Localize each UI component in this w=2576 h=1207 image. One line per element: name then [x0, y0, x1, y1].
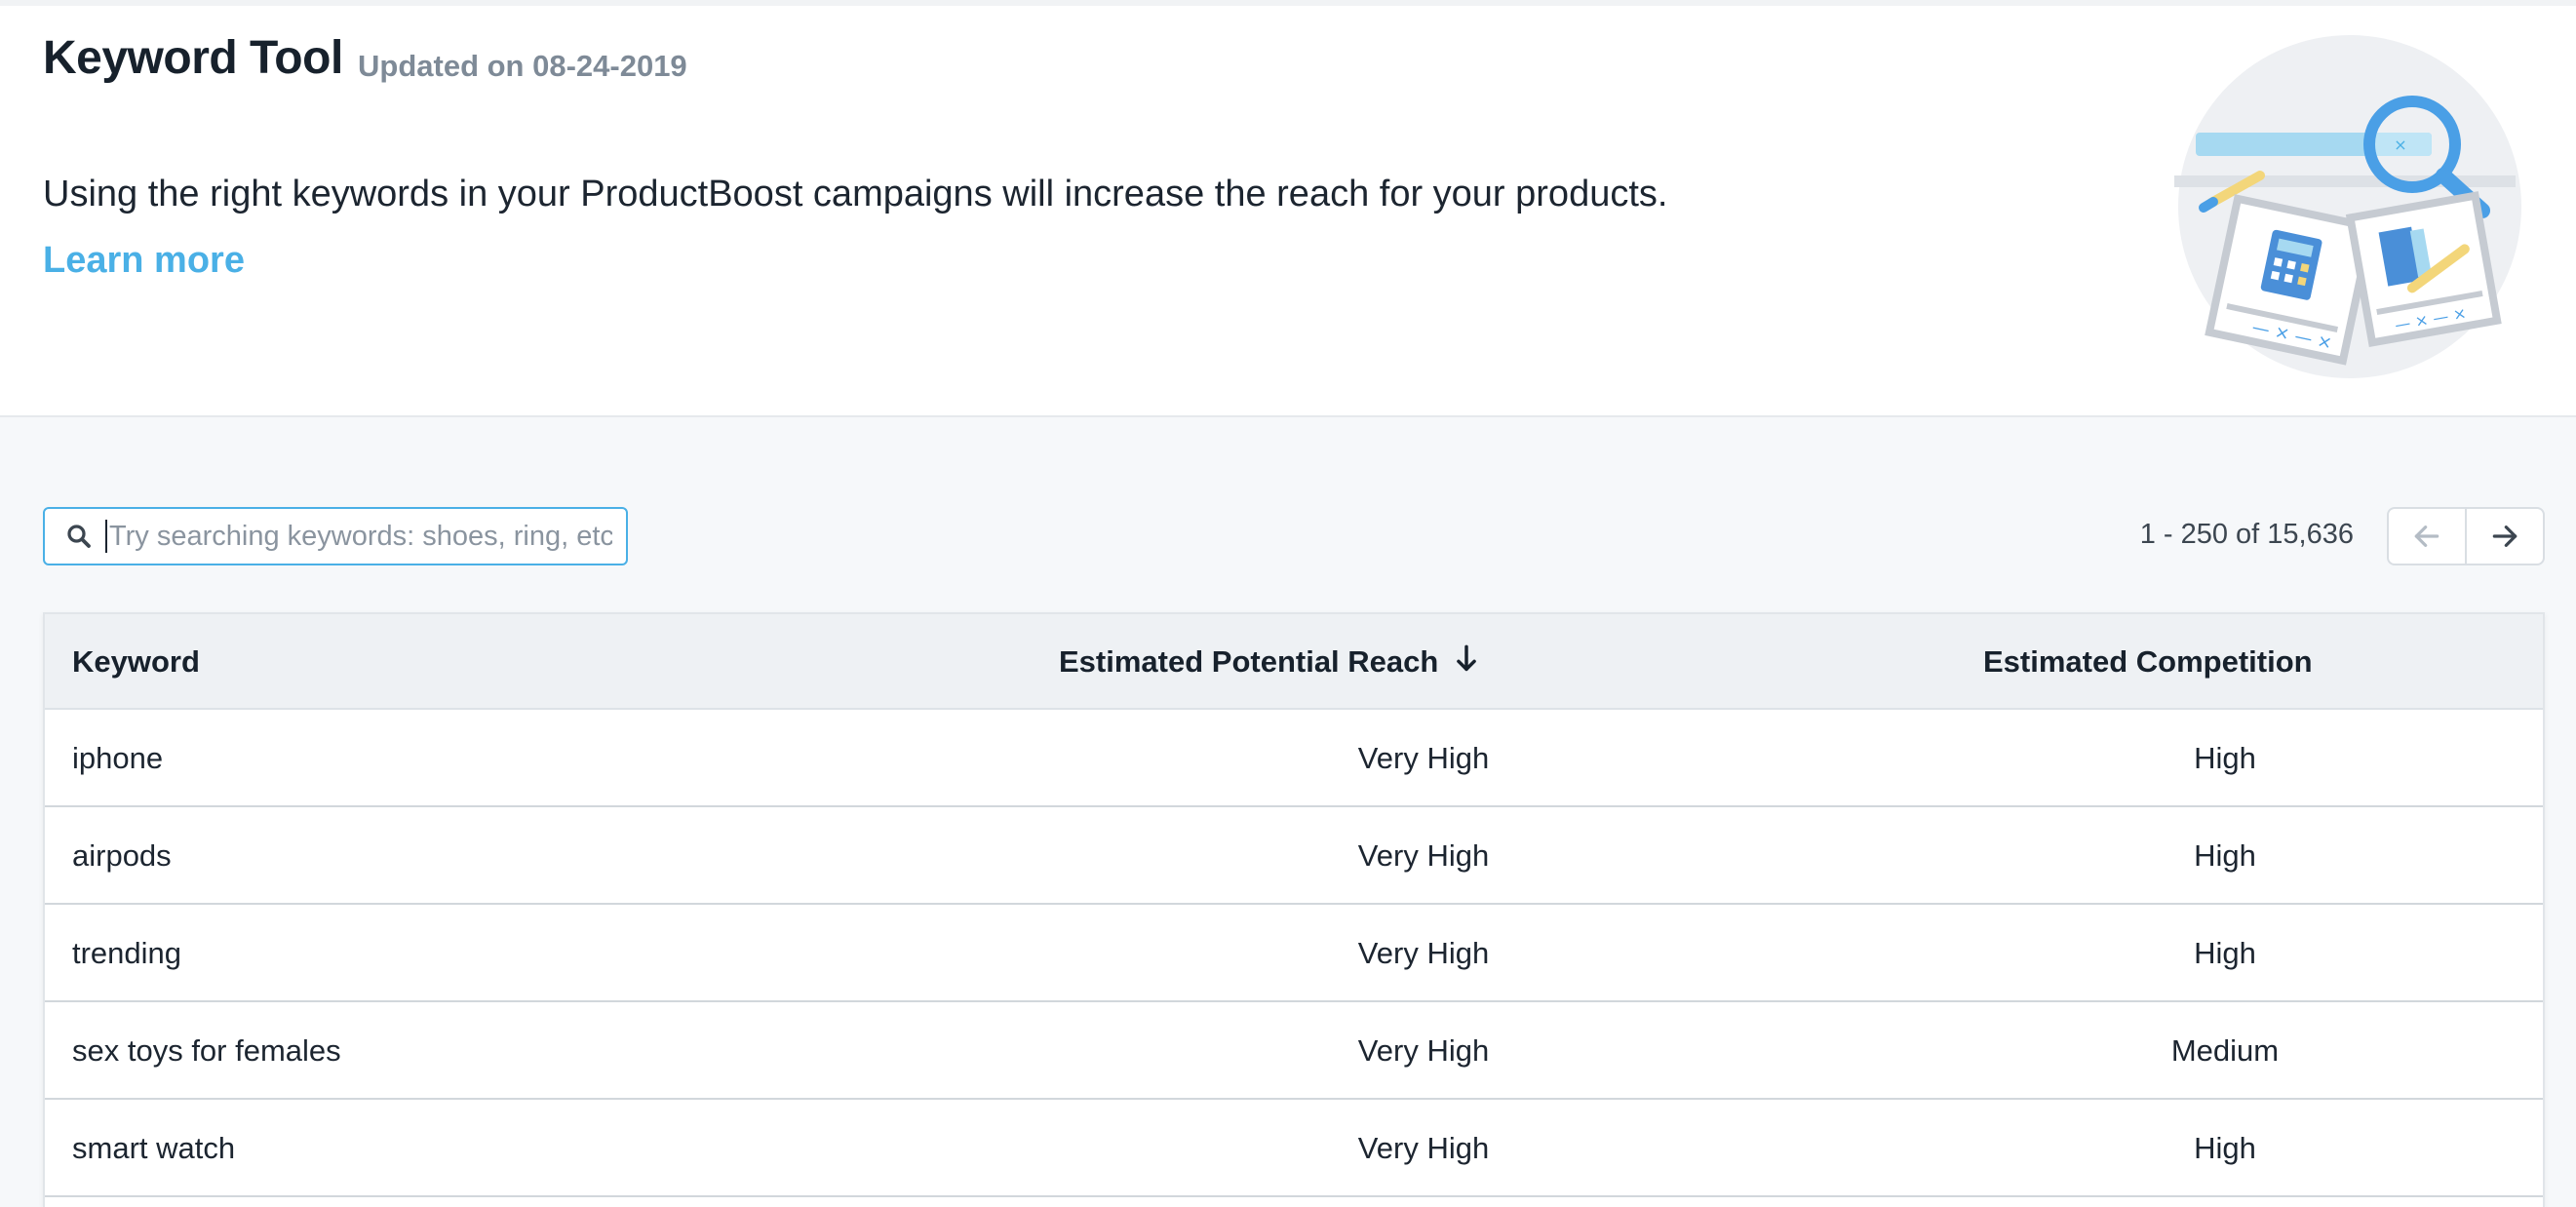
table-row[interactable]: airpods Very High High	[45, 807, 2543, 905]
reach-cell: Very High	[1357, 741, 1490, 775]
page-title: Keyword Tool	[43, 32, 343, 84]
column-header-competition[interactable]: Estimated Competition	[1983, 614, 2313, 710]
keyword-search-illustration-icon: × — × — × — × — ×	[2174, 35, 2521, 378]
table-row[interactable]: smart watch Very High High	[45, 1100, 2543, 1197]
arrow-down-icon	[1457, 644, 1476, 672]
learn-more-link[interactable]: Learn more	[43, 240, 245, 282]
keyword-cell: sex toys for females	[72, 1033, 341, 1068]
svg-text:×: ×	[2394, 136, 2406, 154]
arrow-right-icon	[2492, 526, 2517, 547]
search-box[interactable]	[43, 507, 628, 565]
competition-cell: High	[2194, 741, 2256, 775]
table-row[interactable]: sex toys for females Very High Medium	[45, 1002, 2543, 1100]
pagination-range: 1 - 250 of 15,636	[2139, 519, 2354, 550]
table-row[interactable]: iphone Very High High	[45, 710, 2543, 807]
arrow-left-icon	[2414, 526, 2439, 547]
keyword-cell: iphone	[72, 741, 164, 775]
competition-cell: High	[2194, 838, 2256, 873]
table-row[interactable]: trending Very High High	[45, 905, 2543, 1002]
column-header-keyword[interactable]: Keyword	[72, 614, 200, 710]
keyword-cell: trending	[72, 936, 182, 970]
pagination-controls	[2387, 507, 2545, 565]
reach-cell: Very High	[1357, 936, 1490, 970]
previous-page-button[interactable]	[2389, 509, 2465, 564]
search-input[interactable]	[105, 520, 612, 553]
keyword-table: Keyword Estimated Potential Reach Estima…	[43, 612, 2545, 1207]
reach-cell: Very High	[1357, 1131, 1490, 1165]
page-description: Using the right keywords in your Product…	[43, 174, 1668, 214]
competition-cell: High	[2194, 936, 2256, 970]
keyword-cell: smart watch	[72, 1131, 236, 1165]
competition-cell: Medium	[2170, 1033, 2280, 1068]
column-header-reach-label: Estimated Potential Reach	[1059, 644, 1439, 679]
column-header-reach[interactable]: Estimated Potential Reach	[1059, 614, 1478, 710]
keyword-cell: airpods	[72, 838, 172, 873]
competition-cell: High	[2194, 1131, 2256, 1165]
table-header: Keyword Estimated Potential Reach Estima…	[45, 614, 2543, 710]
updated-date: Updated on 08-24-2019	[358, 49, 687, 83]
page-header: Keyword Tool Updated on 08-24-2019 Using…	[0, 6, 2576, 417]
reach-cell: Very High	[1357, 1033, 1490, 1068]
next-page-button[interactable]	[2465, 509, 2543, 564]
search-icon	[67, 525, 91, 548]
reach-cell: Very High	[1357, 838, 1490, 873]
